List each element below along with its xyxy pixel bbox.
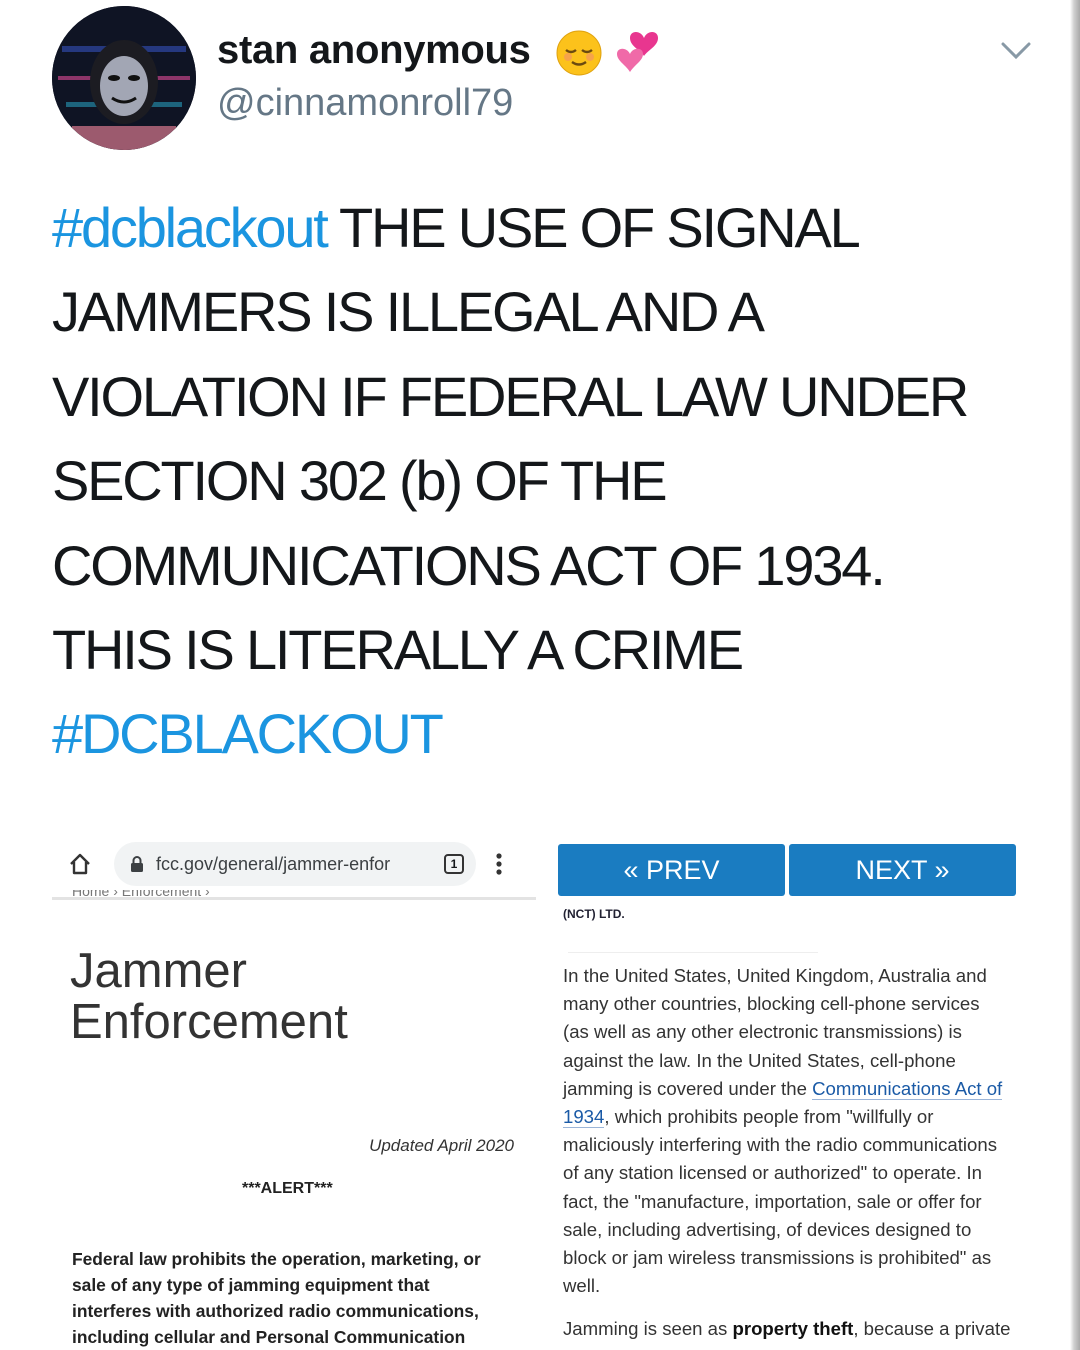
address-bar: fcc.gov/general/jammer-enfor [114,842,476,886]
federal-law-text: Federal law prohibits the operation, mar… [72,1249,481,1347]
tweet-line: #dcblackout THE USE OF SIGNAL [52,196,861,259]
tweet-line: THIS IS LITERALLY A CRIME [52,618,744,682]
updated-date: Updated April 2020 [369,1136,514,1155]
hashtag-link[interactable]: #dcblackout [52,196,329,259]
display-name[interactable]: stan anonymous [217,28,531,73]
page-title: Jammer Enforcement [70,944,348,1049]
tweet-line: JAMMERS IS ILLEGAL AND A [52,280,765,344]
attached-image-fcc[interactable]: fcc.gov/general/jammer-enfor 1 Home › En… [52,830,542,1350]
company-name: (NCT) LTD. [563,907,625,921]
chevron-down-icon[interactable] [1000,40,1032,62]
tweet-line: SECTION 302 (b) OF THE [52,449,668,513]
communications-act-link: Communications Act of [812,1077,1003,1100]
tweet-line: VIOLATION IF FEDERAL LAW UNDER [52,364,969,428]
next-button: NEXT » [789,844,1016,896]
revolving-hearts-emoji-icon [617,32,658,72]
hashtag-link[interactable]: #DCBLACKOUT [52,692,1012,776]
article-paragraph: In the United States, United Kingdom, Au… [563,965,1003,1297]
prev-button: « PREV [558,844,785,896]
lock-icon [131,856,143,872]
article-paragraph-2: Jamming is seen as property theft, becau… [563,1318,1011,1339]
attached-image-article[interactable]: « PREV NEXT » (NCT) LTD. In the United S… [558,830,1018,1350]
handle[interactable]: @cinnamonroll79 [217,82,513,125]
tweet-line: COMMUNICATIONS ACT OF 1934. [52,533,886,597]
communications-act-link: 1934 [563,1106,605,1129]
avatar[interactable] [52,6,196,150]
divider [568,952,818,953]
more-vert-icon [496,853,502,875]
home-icon [70,853,90,875]
relieved-face-emoji-icon [556,30,602,76]
tweet-text: #dcblackout THE USE OF SIGNAL JAMMERS IS… [52,186,1012,777]
divider [52,897,536,900]
alert-label: ***ALERT*** [242,1180,333,1197]
tab-count-icon: 1 [444,854,464,874]
url-text: fcc.gov/general/jammer-enfor [156,854,391,874]
image-edge-shadow [1070,0,1080,1350]
